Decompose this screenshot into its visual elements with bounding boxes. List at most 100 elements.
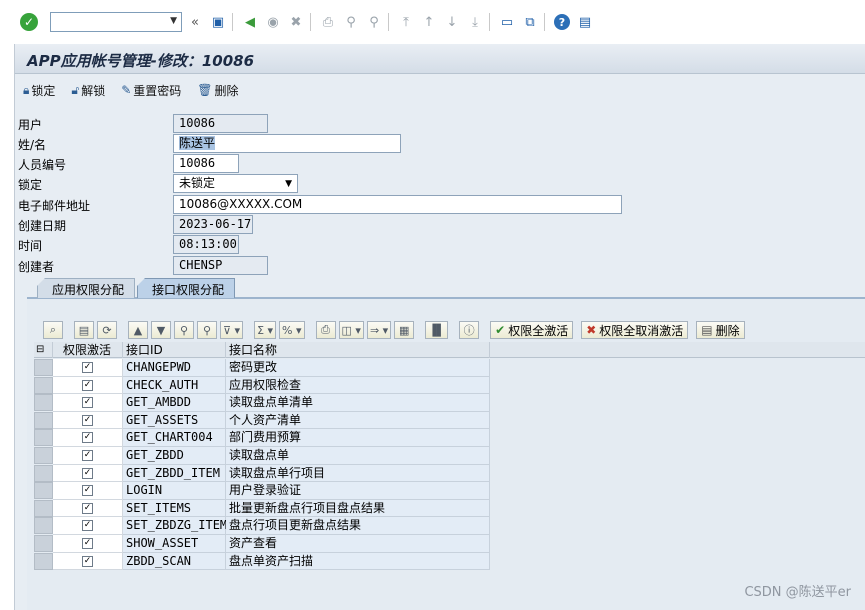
exit-icon[interactable]: ◉	[263, 12, 283, 32]
active-checkbox[interactable]: ✓	[82, 520, 93, 532]
time-row: 时间 08:13:00	[18, 235, 838, 254]
sort-ascending-icon[interactable]: ▲	[128, 321, 148, 339]
table-row: ✓ SET_ITEMS 批量更新盘点行项目盘点结果	[34, 499, 494, 518]
views-icon[interactable]: ◫ ▾	[338, 321, 364, 339]
active-checkbox[interactable]: ✓	[82, 450, 93, 461]
tab-interface-permissions[interactable]: 接口权限分配	[137, 278, 236, 298]
active-checkbox[interactable]: ✓	[82, 397, 93, 409]
name-field[interactable]: 陈送平	[173, 134, 401, 153]
export-icon[interactable]: ⇒ ▾	[366, 321, 392, 339]
email-field[interactable]: 10086@XXXXX.COM	[173, 195, 622, 214]
main-area: APP应用帐号管理-修改：10086 🔒︎ 锁定 🔓︎ 解锁 ✎ 重置密码 🗑︎…	[14, 44, 865, 610]
shortcut-icon[interactable]: ⧉	[520, 12, 540, 32]
layout-icon[interactable]: ▦	[394, 321, 415, 339]
enter-icon[interactable]: ✓	[20, 13, 38, 31]
save-icon[interactable]: ▣	[208, 12, 228, 32]
print-icon[interactable]: ⎙	[318, 12, 338, 32]
lock-button[interactable]: 🔒︎ 锁定	[23, 82, 55, 99]
chevron-down-icon[interactable]: ▼	[170, 16, 177, 26]
active-checkbox[interactable]: ✓	[82, 414, 93, 426]
interface-name-cell: 用户登录验证	[226, 482, 490, 500]
interface-name-cell: 应用权限检查	[226, 376, 490, 395]
separator	[544, 13, 545, 31]
grid-delete-button[interactable]: ▤ 删除	[696, 321, 745, 339]
active-checkbox[interactable]: ✓	[82, 485, 93, 497]
interface-id-cell: CHANGEPWD	[123, 359, 226, 377]
tab-app-permissions[interactable]: 应用权限分配	[37, 278, 136, 298]
unlock-button[interactable]: 🔓︎ 解锁	[71, 82, 105, 99]
active-checkbox[interactable]: ✓	[82, 362, 93, 373]
prev-page-icon[interactable]: ↑	[419, 12, 439, 32]
delete-button-label: 删除	[214, 83, 239, 98]
command-input[interactable]	[51, 13, 163, 31]
table-row: ✓ CHECK_AUTH 应用权限检查	[34, 376, 494, 395]
sort-descending-icon[interactable]: ▼	[151, 321, 171, 339]
delete-button[interactable]: 🗑︎ 删除	[197, 82, 238, 99]
next-page-icon[interactable]: ↓	[442, 12, 462, 32]
chart-icon[interactable]: ▐▌	[425, 321, 449, 339]
activate-all-button[interactable]: ✔ 权限全激活	[490, 321, 574, 339]
system-toolbar: ✓ ▼ « ▣ ◀ ◉ ✖ ⎙ ⚲ ⚲ ⤒ ↑ ↓ ⤓ ▭ ⧉ ? ▤	[0, 0, 865, 44]
command-field[interactable]: ▼	[50, 12, 182, 32]
row-selector[interactable]	[34, 517, 53, 535]
back-icon[interactable]: ◀	[240, 12, 260, 32]
find-next-icon[interactable]: ⚲	[197, 321, 217, 339]
double-chevron-left-icon[interactable]: «	[185, 12, 205, 32]
row-selector[interactable]	[34, 447, 53, 464]
active-checkbox[interactable]: ✓	[82, 467, 93, 479]
print-icon[interactable]: ⎙	[315, 321, 336, 339]
row-selector[interactable]	[34, 552, 53, 570]
row-selector[interactable]	[34, 464, 53, 482]
active-checkbox[interactable]: ✓	[82, 379, 93, 391]
info-icon[interactable]: ⓘ	[459, 321, 480, 339]
layout-icon[interactable]: ▤	[575, 12, 595, 32]
row-selector[interactable]	[34, 359, 53, 376]
first-page-icon[interactable]: ⤒	[396, 12, 416, 32]
refresh-icon[interactable]: ⟳	[97, 321, 117, 339]
application-toolbar: 🔒︎ 锁定 🔓︎ 解锁 ✎ 重置密码 🗑︎ 删除	[23, 80, 255, 100]
row-selector[interactable]	[34, 535, 53, 552]
new-session-icon[interactable]: ▭	[497, 12, 517, 32]
row-selector[interactable]	[34, 411, 53, 429]
reset-password-button[interactable]: ✎ 重置密码	[121, 82, 181, 99]
help-icon[interactable]: ?	[552, 12, 572, 32]
interface-name-cell: 盘点单资产扫描	[226, 552, 490, 571]
row-selector[interactable]	[34, 429, 53, 447]
filter-icon[interactable]: ⊽ ▾	[220, 321, 244, 339]
unlock-icon: 🔓︎	[71, 82, 80, 97]
name-label: 姓/名	[18, 138, 47, 152]
row-selector[interactable]	[34, 394, 53, 412]
last-page-icon[interactable]: ⤓	[465, 12, 485, 32]
table-row: ✓ ZBDD_SCAN 盘点单资产扫描	[34, 552, 494, 571]
active-checkbox[interactable]: ✓	[82, 502, 93, 514]
table-row: ✓ LOGIN 用户登录验证	[34, 482, 494, 500]
subtotal-icon[interactable]: % ▾	[279, 321, 305, 339]
watermark: CSDN @陈送平er	[744, 585, 851, 600]
select-all-icon[interactable]: ⊟	[34, 342, 53, 358]
row-selector[interactable]	[34, 499, 53, 517]
lock-select[interactable]: 未锁定 ▼	[173, 174, 298, 193]
sum-icon[interactable]: Σ ▾	[254, 321, 277, 339]
cancel-icon[interactable]: ✖	[286, 12, 306, 32]
creator-field: CHENSP	[173, 256, 268, 275]
active-checkbox[interactable]: ✓	[82, 432, 93, 444]
active-checkbox[interactable]: ✓	[82, 555, 93, 567]
details-icon[interactable]: ⌕	[43, 321, 63, 339]
interface-id-cell: GET_ASSETS	[123, 411, 226, 430]
table-row: ✓ GET_ZBDD 读取盘点单	[34, 447, 494, 465]
active-checkbox[interactable]: ✓	[82, 538, 93, 549]
chevron-down-icon[interactable]: ▼	[285, 177, 292, 192]
find-next-icon[interactable]: ⚲	[364, 12, 384, 32]
row-selector[interactable]	[34, 376, 53, 394]
deactivate-all-button[interactable]: ✖ 权限全取消激活	[581, 321, 689, 339]
active-cell: ✓	[53, 535, 123, 553]
find-icon[interactable]: ⚲	[174, 321, 194, 339]
column-interface-id[interactable]: 接口ID	[123, 342, 226, 358]
title-bar: APP应用帐号管理-修改：10086	[15, 44, 865, 74]
find-icon[interactable]: ⚲	[341, 12, 361, 32]
column-active[interactable]: 权限激活	[53, 342, 123, 358]
column-interface-name[interactable]: 接口名称	[226, 342, 490, 358]
row-selector[interactable]	[34, 482, 53, 500]
check-entries-icon[interactable]: ▤	[74, 321, 94, 339]
staff-field[interactable]: 10086	[173, 154, 239, 173]
